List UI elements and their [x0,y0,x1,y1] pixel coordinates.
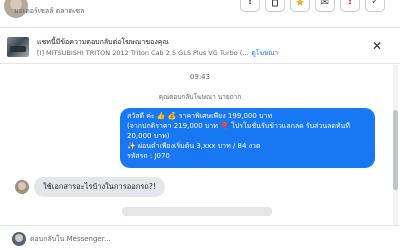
outgoing-line: 20,000 บาท) [127,132,170,140]
messenger-chat-window: มอเตอร์เซลล์ ตลาดเซล ! ★ ✉ ! ✓ แชทนี้มีข… [0,0,400,250]
chat-scrollbar[interactable] [393,65,398,225]
chat-header: มอเตอร์เซลล์ ตลาดเซล ! ★ ✉ ! ✓ [0,0,400,28]
scrollbar-thumb[interactable] [393,110,398,190]
incoming-message[interactable]: ใช้เอกสารอะไรบ้างในการออกรถ?! [34,177,165,197]
close-icon: ✕ [371,39,383,53]
outgoing-line: รหัสรถ : J070 [127,152,170,160]
delete-button[interactable] [265,0,285,12]
listing-name: [I] MITSUBISHI TRITON 2012 Triton Cab 2.… [37,49,249,57]
message-composer [0,225,400,250]
sender-note: คุณตอบกลับโฆษณา นายถาก [158,93,242,101]
mail-button[interactable]: ✉ [315,0,335,12]
star-icon: ★ [295,0,305,9]
user-avatar [12,232,26,246]
listing-banner: แชทนี้มีข้อความตอบกลับต่อโฆษณาของคุณ [I]… [0,30,400,64]
message-timestamp: 09:43 [189,73,211,81]
outgoing-message[interactable]: สวัสดี ค่ะ 👍 💰 ราคาพิเศษเพียง 199,000 บา… [120,108,375,168]
info-icon: ! [247,0,253,7]
trash-icon [272,0,278,7]
star-button[interactable]: ★ [290,0,310,12]
outgoing-line: (จากปกติราคา 219,000 บาท 🎈 โปรโมชั่นรับข… [127,122,350,130]
listing-thumbnail[interactable] [7,37,29,57]
view-listing-link[interactable]: ดูโฆษณา [252,48,279,58]
message-thread: 09:43 คุณตอบกลับโฆษณา นายถาก สวัสดี ค่ะ … [0,65,400,225]
loading-message-placeholder [122,207,272,216]
sender-avatar[interactable] [15,180,29,194]
banner-listing-row: [I] MITSUBISHI TRITON 2012 Triton Cab 2.… [37,48,278,58]
done-button[interactable]: ✓ [365,0,385,12]
report-icon: ! [347,0,353,7]
info-button[interactable]: ! [240,0,260,12]
mail-icon: ✉ [320,0,330,8]
reply-input[interactable] [30,232,370,246]
check-icon: ✓ [371,0,379,7]
report-button[interactable]: ! [340,0,360,12]
header-subtitle: มอเตอร์เซลล์ ตลาดเซล [14,7,85,15]
outgoing-line: สวัสดี ค่ะ 👍 💰 ราคาพิเศษเพียง 199,000 บา… [127,112,273,120]
close-banner-button[interactable]: ✕ [370,39,384,53]
outgoing-line: ✨ ผ่อนต่ำเพียงเริ่มต้น 3,xxx บาท / 84 งว… [127,142,261,150]
banner-title: แชทนี้มีข้อความตอบกลับต่อโฆษณาของคุณ [37,38,169,46]
